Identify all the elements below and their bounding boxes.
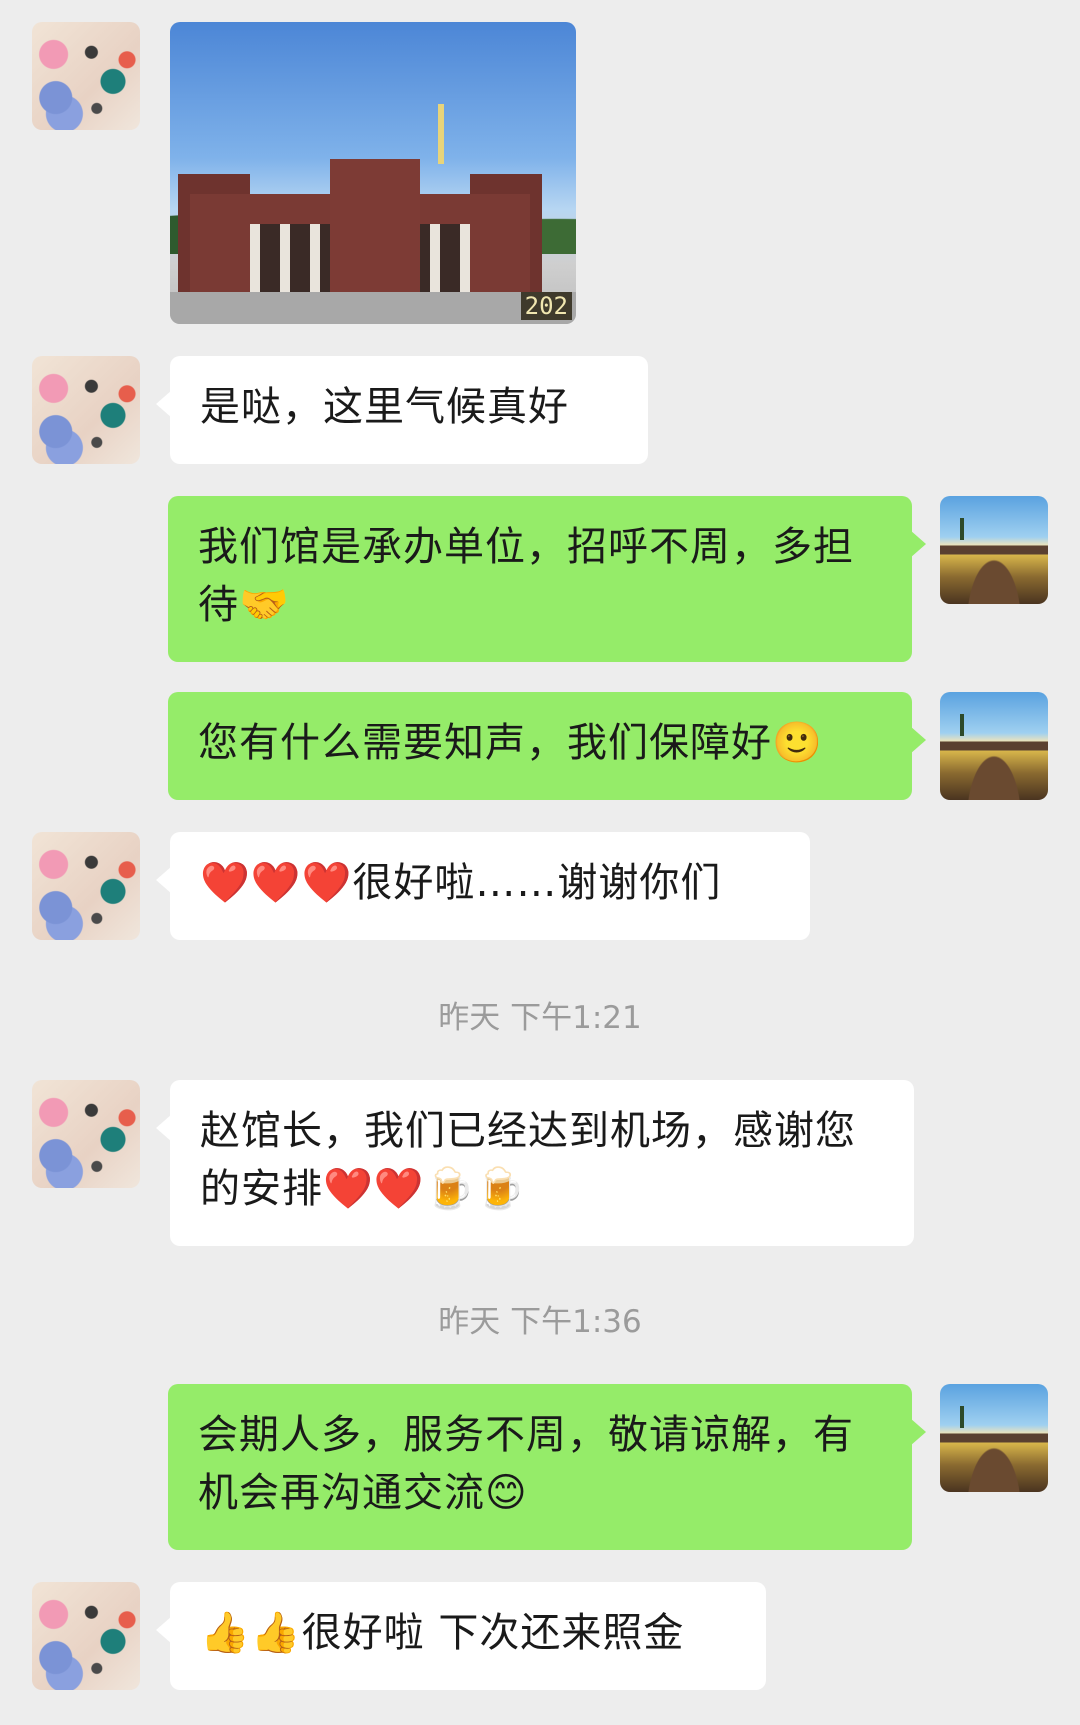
message-bubble[interactable]: 👍👍很好啦 下次还来照金 [156, 1582, 766, 1690]
contact-avatar[interactable] [32, 832, 140, 940]
contact-avatar[interactable] [32, 1582, 140, 1690]
contact-avatar[interactable] [32, 22, 140, 130]
message-bubble[interactable]: 您有什么需要知声，我们保障好🙂 [168, 692, 926, 800]
contact-avatar[interactable] [32, 356, 140, 464]
photo-spire [438, 104, 444, 164]
message-text: ❤️❤️❤️很好啦……谢谢你们 [200, 860, 722, 906]
timestamp: 昨天 下午1:21 [438, 1000, 642, 1036]
timestamp: 昨天 下午1:36 [438, 1304, 642, 1340]
message-text: 会期人多，服务不周，敬请谅解，有机会再沟通交流😊 [198, 1412, 854, 1516]
my-avatar[interactable] [940, 692, 1048, 800]
message-bubble[interactable]: ❤️❤️❤️很好啦……谢谢你们 [156, 832, 810, 940]
my-avatar[interactable] [940, 496, 1048, 604]
message-bubble[interactable]: 我们馆是承办单位，招呼不周，多担待🤝 [168, 496, 926, 662]
contact-avatar[interactable] [32, 1080, 140, 1188]
my-avatar[interactable] [940, 1384, 1048, 1492]
message-text: 我们馆是承办单位，招呼不周，多担待🤝 [198, 524, 854, 628]
image-message[interactable]: 202 [170, 22, 576, 324]
message-bubble[interactable]: 是哒，这里气候真好 [156, 356, 648, 464]
photo-building-center [330, 159, 420, 294]
message-bubble[interactable]: 会期人多，服务不周，敬请谅解，有机会再沟通交流😊 [168, 1384, 926, 1550]
photo-ground [170, 292, 576, 324]
message-bubble[interactable]: 赵馆长，我们已经达到机场，感谢您的安排❤️❤️🍺🍺 [156, 1080, 914, 1246]
message-text: 是哒，这里气候真好 [200, 384, 569, 430]
message-text: 赵馆长，我们已经达到机场，感谢您的安排❤️❤️🍺🍺 [200, 1108, 856, 1212]
photo-year-stamp: 202 [520, 292, 572, 320]
message-text: 您有什么需要知声，我们保障好🙂 [198, 720, 823, 766]
message-text: 👍👍很好啦 下次还来照金 [200, 1610, 685, 1656]
